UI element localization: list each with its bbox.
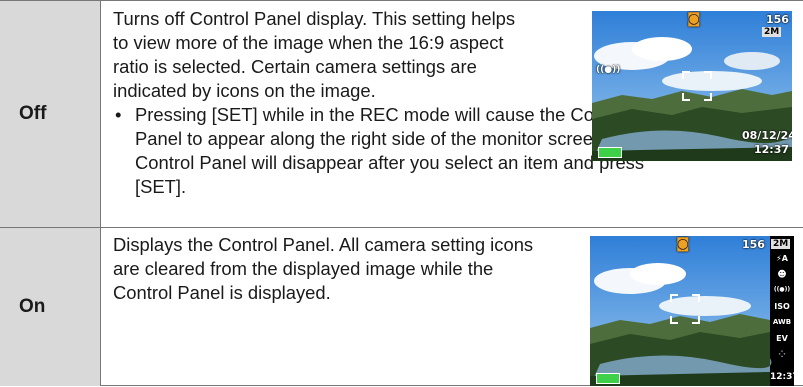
ev-shift-icon[interactable]: EV <box>770 334 794 350</box>
camera-screen-off: ◙ 156 2M ((●)) 08/12/24 12:37 <box>592 11 792 161</box>
bullet-marker: • <box>115 104 122 125</box>
white-balance-icon[interactable]: AWB <box>770 318 794 334</box>
bullet-text: Pressing [SET] while in the REC mode wil… <box>135 104 645 197</box>
battery-icon <box>596 373 620 384</box>
flash-icon[interactable]: ⚡A <box>770 254 794 270</box>
description-off: Turns off Control Panel display. This se… <box>113 7 673 199</box>
shots-remaining: 156 <box>742 238 765 251</box>
image-size-icon: 2M <box>771 239 791 249</box>
date-readout: 08/12/24 <box>742 129 792 142</box>
focus-frame <box>682 71 712 101</box>
stabilizer-icon: ((●)) <box>596 65 621 75</box>
iso-icon[interactable]: ISO <box>770 302 794 318</box>
time-readout: 12:37 <box>754 143 790 156</box>
row-label-on: On <box>19 296 46 317</box>
more-icon[interactable]: ⁘ <box>770 350 794 366</box>
camera-screen-on: ◙ 156 2M ⚡A ☻ ((●)) ISO AWB EV ⁘ 12:37 <box>590 236 794 386</box>
row-label-cell: Off <box>0 1 101 227</box>
camera-mode-icon: ◙ <box>676 236 690 252</box>
time-readout: 12:37 <box>770 372 794 382</box>
bullet-item: • Pressing [SET] while in the REC mode w… <box>113 103 673 199</box>
row-label-cell: On <box>0 228 101 386</box>
table-row-on: On Displays the Control Panel. All camer… <box>0 227 803 386</box>
stabilizer-icon[interactable]: ((●)) <box>770 286 794 302</box>
battery-icon <box>598 147 622 158</box>
row-label-off: Off <box>19 103 47 124</box>
control-panel: ⚡A ☻ ((●)) ISO AWB EV ⁘ <box>770 254 794 366</box>
description-text: Displays the Control Panel. All camera s… <box>113 234 534 303</box>
table-row-off: Off Turns off Control Panel display. Thi… <box>0 1 803 227</box>
description-text: Turns off Control Panel display. This se… <box>113 8 516 101</box>
image-size-icon: 2M <box>762 27 782 37</box>
description-on: Displays the Control Panel. All camera s… <box>113 233 673 305</box>
shots-remaining: 156 <box>766 13 789 26</box>
focus-frame <box>670 294 700 324</box>
settings-table: Off Turns off Control Panel display. Thi… <box>0 0 803 386</box>
face-detect-icon[interactable]: ☻ <box>770 270 794 286</box>
camera-mode-icon: ◙ <box>687 11 701 27</box>
